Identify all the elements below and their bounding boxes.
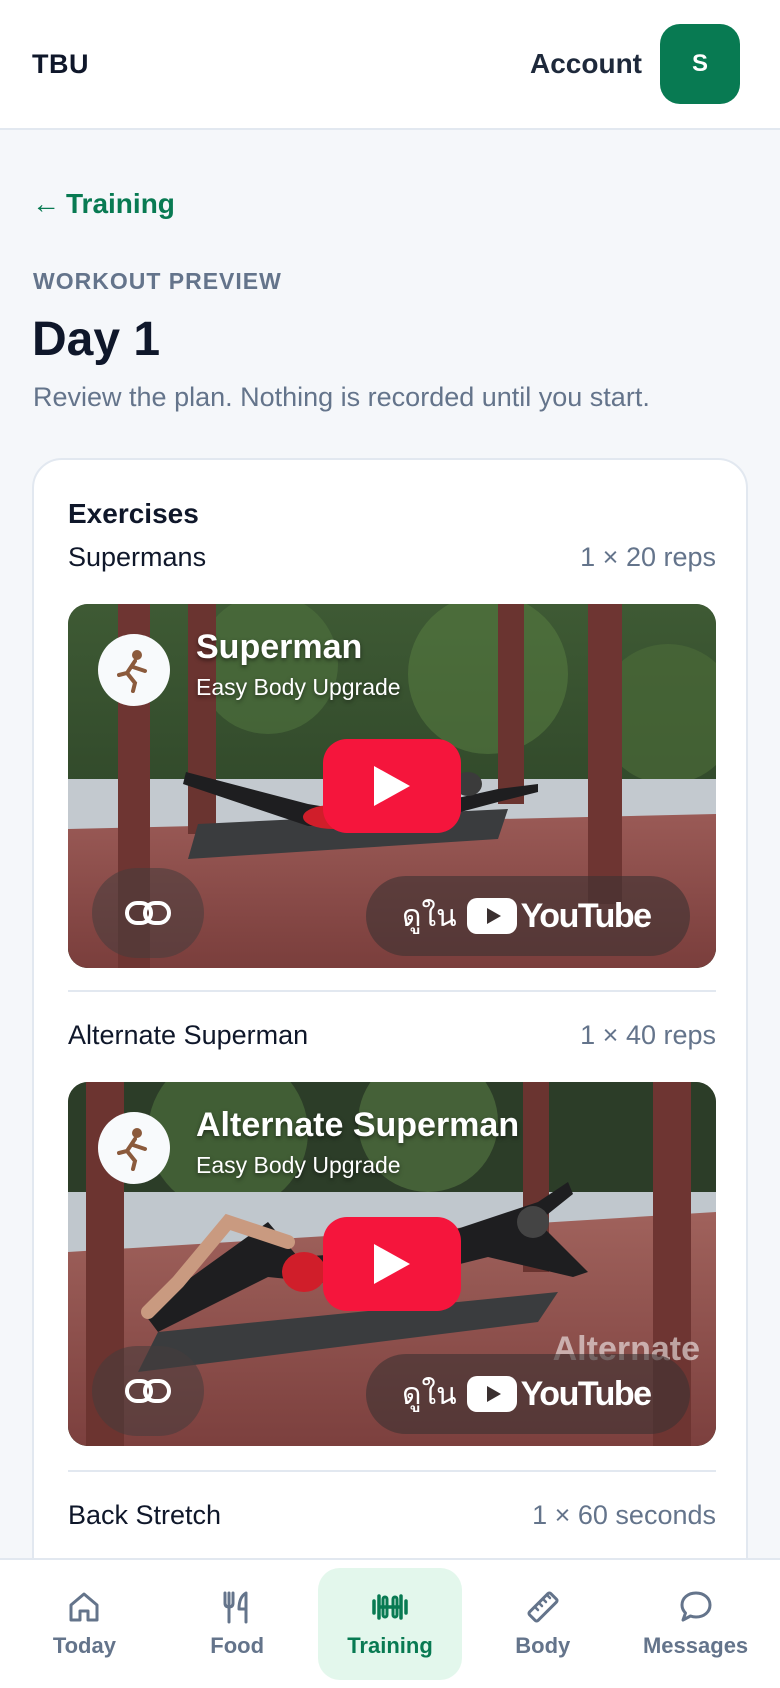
exercise-detail: 1 × 20 reps <box>580 542 716 572</box>
nav-label: Training <box>347 1633 433 1658</box>
exercise-name: Back Stretch <box>68 1500 222 1530</box>
copy-link-button[interactable] <box>92 1346 204 1436</box>
video-embed[interactable]: Superman Easy Body Upgrade ดูใน YouTube <box>68 604 716 968</box>
account-label[interactable]: Account <box>530 48 642 80</box>
exercise-name: Supermans <box>68 542 207 572</box>
copy-link-button[interactable] <box>92 868 204 958</box>
nav-body[interactable]: Body <box>471 1568 615 1680</box>
nav-food[interactable]: Food <box>165 1568 309 1680</box>
chat-bubble-icon <box>680 1591 712 1622</box>
link-icon <box>125 1379 171 1403</box>
video-channel[interactable]: Easy Body Upgrade <box>196 674 401 701</box>
page-title: Day 1 <box>32 313 161 366</box>
youtube-icon <box>466 1376 517 1412</box>
exercise-row: Alternate Superman 1 × 40 reps <box>68 1020 716 1051</box>
runner-icon <box>117 650 147 693</box>
watch-on-label: ดูใน <box>402 1377 457 1411</box>
nav-label: Food <box>210 1633 265 1658</box>
home-icon <box>69 1592 99 1622</box>
play-icon <box>374 766 410 806</box>
play-icon <box>374 1244 410 1284</box>
watch-on-youtube-button[interactable]: ดูใน YouTube <box>366 876 690 956</box>
nav-label: Body <box>515 1633 571 1658</box>
video-channel[interactable]: Easy Body Upgrade <box>196 1152 401 1179</box>
avatar[interactable]: S <box>660 24 740 104</box>
youtube-logo: YouTube <box>466 1374 652 1414</box>
exercise-detail: 1 × 40 reps <box>580 1020 716 1050</box>
page-subtitle: Review the plan. Nothing is recorded unt… <box>33 382 650 412</box>
back-to-training-link[interactable]: ← Training <box>32 188 175 220</box>
exercise-detail: 1 × 60 seconds <box>532 1500 716 1530</box>
exercise-name: Alternate Superman <box>68 1020 309 1050</box>
bottom-nav: Today Food Training Body Messages <box>0 1558 780 1688</box>
page-eyebrow: WORKOUT PREVIEW <box>33 268 282 294</box>
video-title[interactable]: Alternate Superman <box>196 1106 519 1145</box>
runner-icon <box>117 1128 147 1171</box>
ruler-icon <box>527 1591 559 1623</box>
exercise-row: Supermans 1 × 20 reps <box>68 542 716 573</box>
youtube-wordmark: YouTube <box>520 896 652 935</box>
watch-on-youtube-button[interactable]: ดูใน YouTube <box>366 1354 690 1434</box>
nav-today[interactable]: Today <box>12 1568 156 1680</box>
exercises-card: Exercises Supermans 1 × 20 reps Superman… <box>32 458 748 1688</box>
youtube-logo: YouTube <box>466 896 652 936</box>
exercise-row: Back Stretch 1 × 60 seconds <box>68 1500 716 1531</box>
video-embed[interactable]: Alternate Alternate Superman Easy Body U… <box>68 1082 716 1446</box>
play-button[interactable] <box>323 739 461 833</box>
channel-logo[interactable] <box>98 634 170 706</box>
fork-knife-icon <box>223 1591 248 1624</box>
divider <box>68 1470 716 1472</box>
video-title[interactable]: Superman <box>196 628 362 667</box>
play-button[interactable] <box>323 1217 461 1311</box>
divider <box>68 990 716 992</box>
channel-logo[interactable] <box>98 1112 170 1184</box>
account-menu[interactable]: Account S <box>530 24 740 104</box>
app-brand[interactable]: TBU <box>32 49 89 80</box>
nav-label: Today <box>52 1633 116 1658</box>
link-icon <box>125 901 171 925</box>
back-link-label: Training <box>66 188 175 219</box>
youtube-icon <box>466 898 517 934</box>
top-bar: TBU Account S <box>0 0 780 130</box>
watch-on-label: ดูใน <box>402 899 457 933</box>
nav-label: Messages <box>642 1633 749 1658</box>
nav-messages[interactable]: Messages <box>624 1568 768 1680</box>
dumbbell-icon <box>372 1594 408 1620</box>
arrow-left-icon: ← <box>32 188 60 219</box>
nav-training[interactable]: Training <box>317 1568 462 1680</box>
youtube-wordmark: YouTube <box>520 1374 652 1413</box>
exercises-card-title: Exercises <box>68 498 199 529</box>
